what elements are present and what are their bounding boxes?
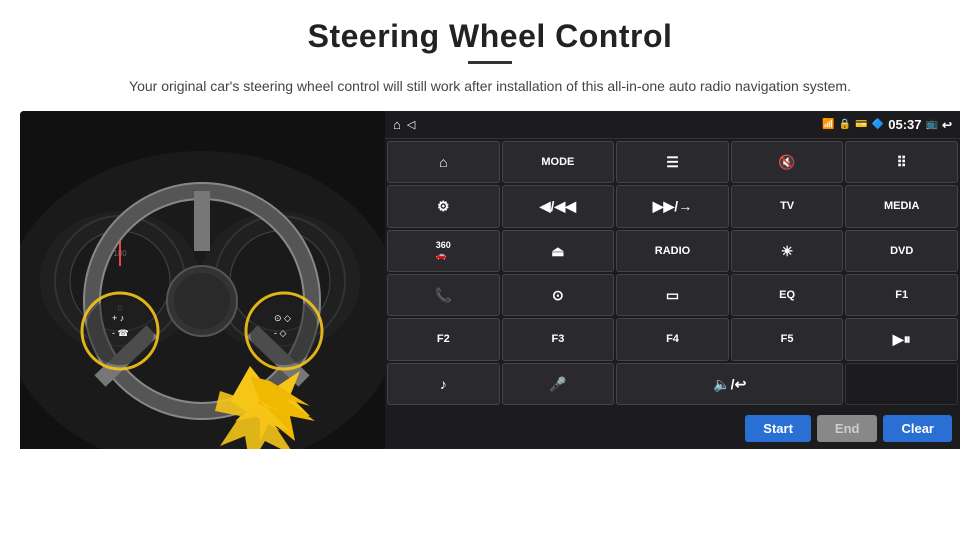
music-icon: ♪ — [440, 377, 447, 391]
control-panel: ⌂ ◁ 📶 🔒 💳 🔷 05:37 📺 ↩ ⌂ MODE ☰ — [385, 111, 960, 449]
radio-label: RADIO — [655, 245, 690, 257]
360-label: 360🚗 — [436, 240, 451, 261]
status-bar: ⌂ ◁ 📶 🔒 💳 🔷 05:37 📺 ↩ — [385, 111, 960, 139]
btn-f3[interactable]: F3 — [502, 318, 615, 360]
screen-icon: 📺 — [925, 119, 937, 130]
tv-label: TV — [780, 200, 794, 212]
mode-label: MODE — [541, 156, 574, 168]
clear-button[interactable]: Clear — [883, 415, 952, 442]
btn-mute[interactable]: 🔇 — [731, 141, 844, 183]
btn-phone[interactable]: 📞 — [387, 274, 500, 316]
btn-f1[interactable]: F1 — [845, 274, 958, 316]
time-display: 05:37 — [888, 117, 921, 132]
nav-btn-icon: ⊙ — [552, 288, 564, 302]
btn-eject[interactable]: ⏏ — [502, 230, 615, 272]
wifi-icon: 📶 — [822, 119, 834, 130]
prev-icon: ◀/◀◀ — [540, 199, 576, 213]
btn-mode[interactable]: MODE — [502, 141, 615, 183]
f5-label: F5 — [781, 333, 794, 345]
btn-music[interactable]: ♪ — [387, 363, 500, 405]
btn-tv[interactable]: TV — [731, 185, 844, 227]
btn-eq[interactable]: EQ — [731, 274, 844, 316]
settings-icon: ⚙ — [437, 199, 450, 213]
btn-mic[interactable]: 🎤 — [502, 363, 615, 405]
content-row: 180 0 + ♪ - ☎ — [20, 111, 960, 449]
playpause-icon: ▶⏸ — [893, 332, 911, 346]
button-grid: ⌂ MODE ☰ 🔇 ⠿ ⚙ ◀/◀◀ ▶▶/→ TV MEDIA 360🚗 ⏏… — [385, 139, 960, 407]
f3-label: F3 — [551, 333, 564, 345]
f1-label: F1 — [895, 289, 908, 301]
title-divider — [468, 61, 512, 64]
status-left: ⌂ ◁ — [393, 117, 415, 132]
mute-icon: 🔇 — [778, 155, 795, 169]
page-container: Steering Wheel Control Your original car… — [0, 0, 980, 544]
f2-label: F2 — [437, 333, 450, 345]
btn-list[interactable]: ☰ — [616, 141, 729, 183]
list-icon: ☰ — [666, 155, 679, 169]
status-right: 📶 🔒 💳 🔷 05:37 📺 ↩ — [822, 117, 952, 132]
nav-icon[interactable]: ◁ — [407, 118, 415, 131]
back-icon[interactable]: ↩ — [942, 118, 952, 132]
screen-mode-icon: ▭ — [666, 288, 679, 302]
btn-prev[interactable]: ◀/◀◀ — [502, 185, 615, 227]
dvd-label: DVD — [890, 245, 913, 257]
media-label: MEDIA — [884, 200, 919, 212]
page-title: Steering Wheel Control — [308, 18, 673, 55]
btn-dvd[interactable]: DVD — [845, 230, 958, 272]
eq-label: EQ — [779, 289, 795, 301]
svg-text:⊙ ◇: ⊙ ◇ — [274, 313, 291, 323]
f4-label: F4 — [666, 333, 679, 345]
btn-empty — [845, 363, 958, 405]
vol-hangup-icon: 🔈/↩ — [713, 377, 746, 391]
btn-apps[interactable]: ⠿ — [845, 141, 958, 183]
steering-wheel-image: 180 0 + ♪ - ☎ — [20, 111, 385, 449]
phone-icon: 📞 — [435, 288, 452, 302]
start-button[interactable]: Start — [745, 415, 811, 442]
btn-nav[interactable]: ⊙ — [502, 274, 615, 316]
end-button[interactable]: End — [817, 415, 878, 442]
page-subtitle: Your original car's steering wheel contr… — [129, 76, 851, 97]
btn-f5[interactable]: F5 — [731, 318, 844, 360]
btn-f2[interactable]: F2 — [387, 318, 500, 360]
btn-playpause[interactable]: ▶⏸ — [845, 318, 958, 360]
home-icon[interactable]: ⌂ — [393, 117, 401, 132]
btn-f4[interactable]: F4 — [616, 318, 729, 360]
next-icon: ▶▶/→ — [653, 199, 692, 213]
steering-wheel-area: 180 0 + ♪ - ☎ — [20, 111, 385, 449]
btn-settings[interactable]: ⚙ — [387, 185, 500, 227]
lock-icon: 🔒 — [839, 119, 851, 130]
btn-media[interactable]: MEDIA — [845, 185, 958, 227]
btn-vol-hangup[interactable]: 🔈/↩ — [616, 363, 843, 405]
mic-icon: 🎤 — [549, 377, 566, 391]
apps-icon: ⠿ — [897, 155, 907, 169]
brightness-icon: ☀ — [781, 244, 794, 258]
svg-text:+ ♪: + ♪ — [112, 313, 124, 323]
bt-icon: 🔷 — [872, 119, 884, 130]
svg-text:- ◇: - ◇ — [274, 328, 286, 338]
btn-360[interactable]: 360🚗 — [387, 230, 500, 272]
btn-radio[interactable]: RADIO — [616, 230, 729, 272]
bottom-bar: Start End Clear — [385, 407, 960, 449]
btn-screen-mode[interactable]: ▭ — [616, 274, 729, 316]
btn-home[interactable]: ⌂ — [387, 141, 500, 183]
btn-next[interactable]: ▶▶/→ — [616, 185, 729, 227]
eject-icon: ⏏ — [551, 244, 564, 258]
home-btn-icon: ⌂ — [439, 155, 447, 169]
btn-brightness[interactable]: ☀ — [731, 230, 844, 272]
sdcard-icon: 💳 — [855, 119, 867, 130]
svg-text:- ☎: - ☎ — [112, 328, 129, 338]
